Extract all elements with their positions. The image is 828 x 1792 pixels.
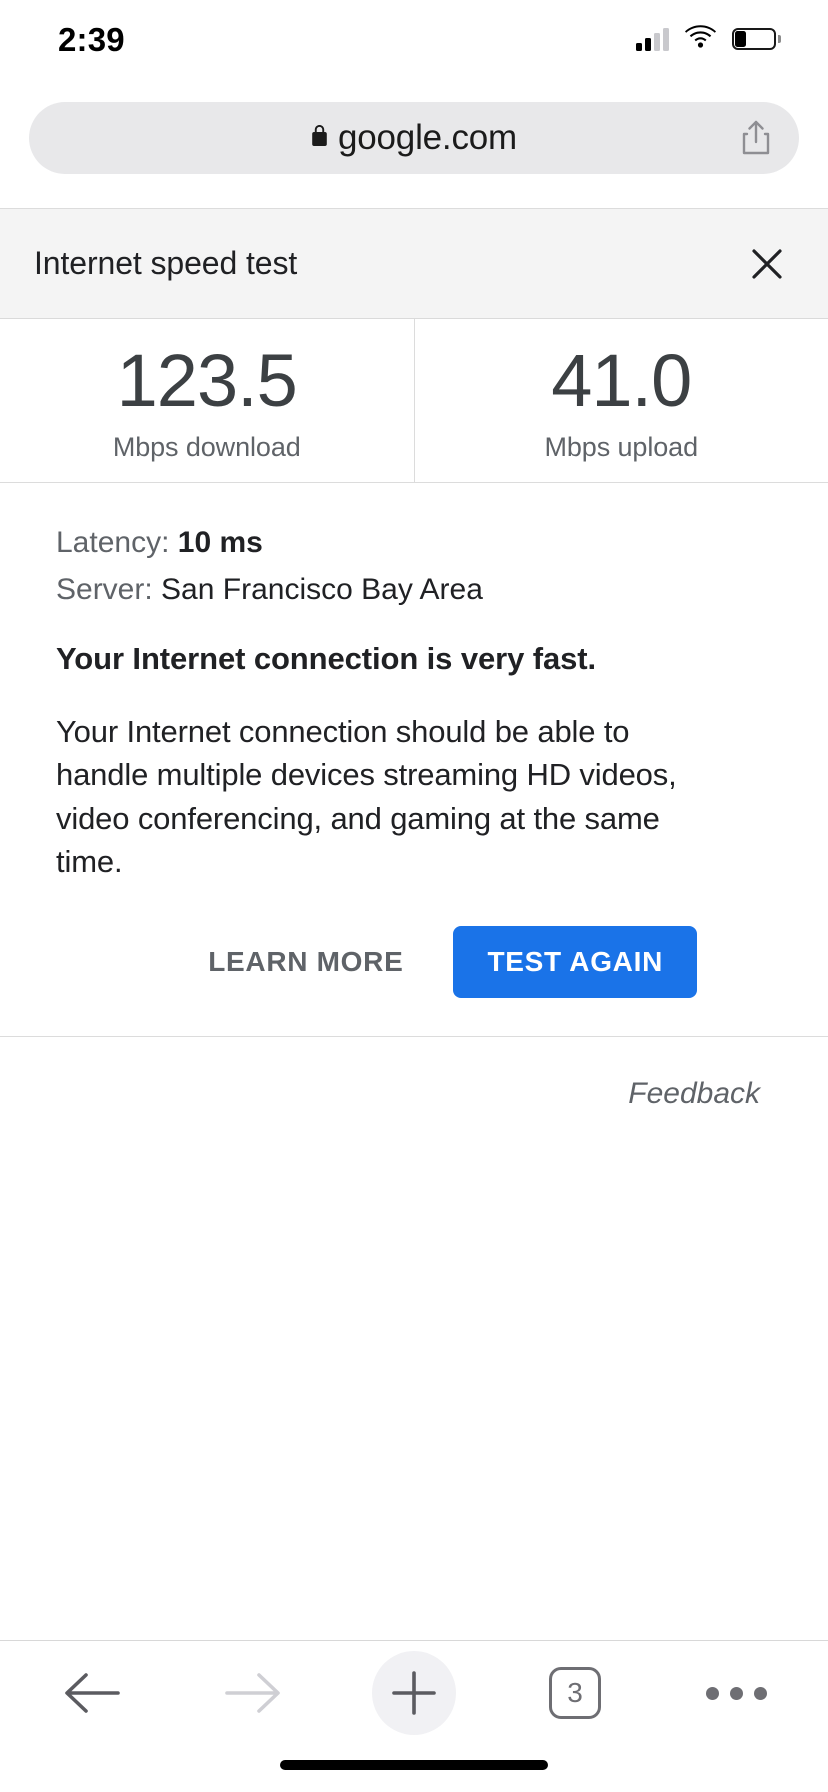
latency-value: 10 ms	[177, 526, 263, 559]
result-description: Your Internet connection should be able …	[56, 714, 677, 880]
speed-test-header: Internet speed test	[0, 209, 828, 319]
status-time: 2:39	[58, 20, 125, 58]
download-value: 123.5	[116, 339, 298, 422]
server-row: Server: San Francisco Bay Area	[56, 572, 772, 608]
more-dots	[705, 1686, 767, 1700]
speed-results: 123.5 Mbps download 41.0 Mbps upload	[0, 319, 828, 482]
battery-icon	[732, 28, 781, 50]
feedback-row: Feedback	[0, 1037, 828, 1111]
server-label: Server:	[56, 573, 153, 606]
speed-test-card: Internet speed test 123.5 Mbps download …	[0, 208, 828, 1111]
tabs-badge: 3	[549, 1667, 601, 1719]
back-arrow-icon[interactable]	[46, 1647, 138, 1739]
status-bar: 2:39	[0, 0, 828, 78]
latency-label: Latency:	[56, 526, 170, 559]
speed-test-details: Latency: 10 ms Server: San Francisco Bay…	[0, 482, 828, 1036]
learn-more-button[interactable]: LEARN MORE	[202, 934, 409, 990]
upload-result: 41.0 Mbps upload	[415, 319, 828, 482]
upload-value: 41.0	[551, 339, 692, 422]
feedback-link[interactable]: Feedback	[628, 1077, 760, 1111]
upload-label: Mbps upload	[544, 432, 698, 462]
browser-bottom-toolbar: 3	[0, 1640, 828, 1792]
phone-screen: 2:39 google.com Internet speed test 123.…	[0, 0, 828, 1792]
url-text: google.com	[338, 118, 517, 157]
plus-icon	[372, 1651, 456, 1735]
share-icon[interactable]	[741, 120, 771, 156]
test-again-button[interactable]: TEST AGAIN	[453, 925, 697, 998]
download-result: 123.5 Mbps download	[0, 319, 415, 482]
address-bar-content: google.com	[311, 118, 517, 158]
home-indicator	[280, 1760, 548, 1770]
cellular-signal-icon	[636, 27, 669, 51]
server-value: San Francisco Bay Area	[161, 573, 483, 606]
lock-icon	[311, 125, 328, 151]
forward-arrow-icon	[207, 1647, 299, 1739]
wifi-icon	[685, 25, 716, 53]
result-headline: Your Internet connection is very fast.	[56, 641, 596, 676]
new-tab-button[interactable]	[368, 1647, 460, 1739]
address-bar[interactable]: google.com	[29, 102, 799, 174]
action-buttons: LEARN MORE TEST AGAIN	[56, 884, 772, 1036]
toolbar-icons: 3	[0, 1641, 828, 1745]
more-options-icon[interactable]	[690, 1647, 782, 1739]
tab-count: 3	[567, 1677, 583, 1708]
status-indicators	[636, 25, 781, 53]
browser-toolbar: google.com	[0, 92, 828, 184]
tabs-icon[interactable]: 3	[529, 1647, 621, 1739]
page-title: Internet speed test	[34, 245, 298, 281]
latency-row: Latency: 10 ms	[56, 525, 772, 561]
close-icon[interactable]	[740, 237, 794, 291]
download-label: Mbps download	[112, 432, 301, 462]
